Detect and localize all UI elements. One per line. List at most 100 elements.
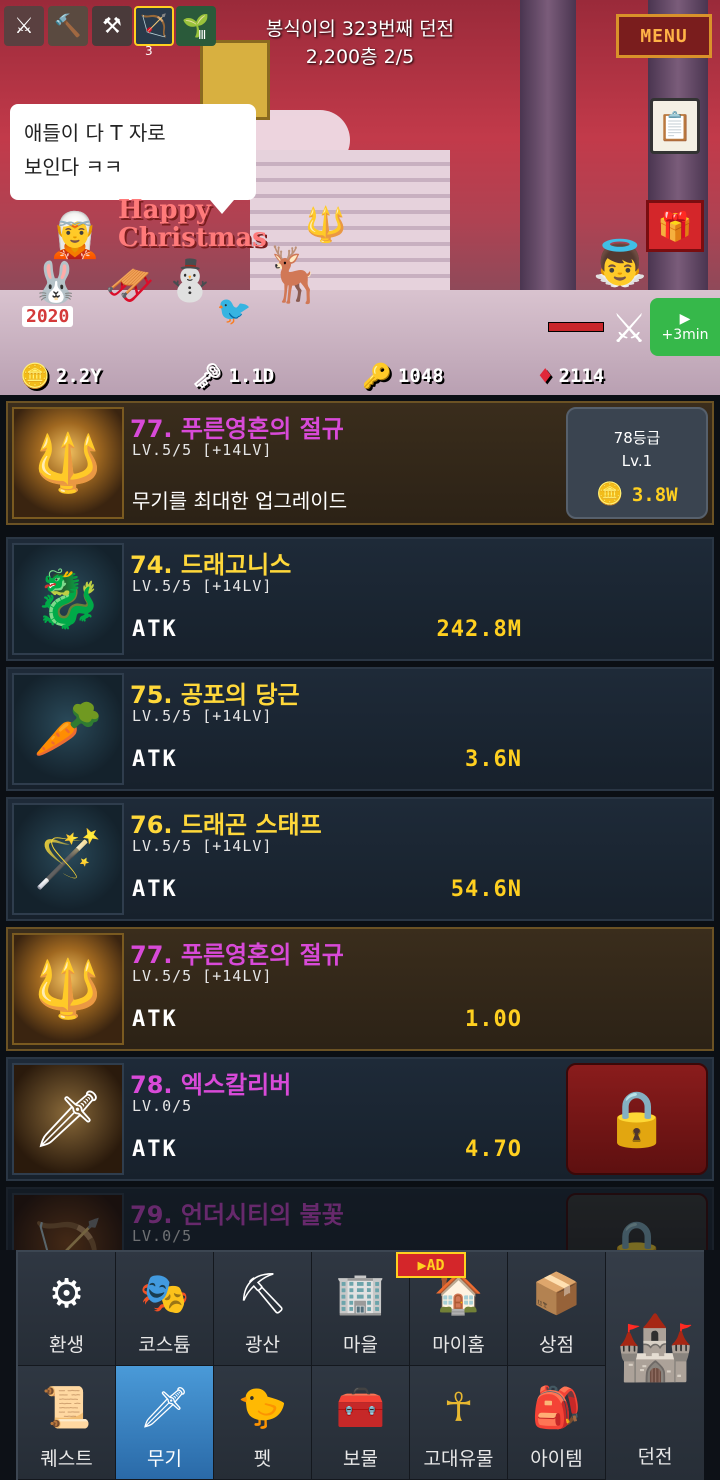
sprout-icon[interactable]: 🌱	[176, 6, 216, 46]
mine-cart-icon: ⛏	[237, 1271, 288, 1317]
nav-label: 상점	[539, 1334, 574, 1356]
blue-staff-sprite: 🔱	[304, 205, 348, 245]
weapon-level: LV.5/5 [+14LV]	[132, 967, 273, 985]
weapon-card[interactable]: 🔱 77. 푸른영혼의 절규 LV.5/5 [+14LV] ATK 1.0O	[6, 927, 714, 1051]
weapon-card[interactable]: 🐉 74. 드래고니스 LV.5/5 [+14LV] ATK 242.8M	[6, 537, 714, 661]
cupid-enemy-sprite: 👼	[592, 238, 648, 289]
unlock-button[interactable]: 🔒	[566, 1063, 708, 1175]
weapon-card[interactable]: 🥕 75. 공포의 당근 LV.5/5 [+14LV] ATK 3.6N	[6, 667, 714, 791]
item-bag-icon: 🎒	[531, 1385, 582, 1431]
padlock-icon: 🔒	[603, 1217, 671, 1250]
nav-shop[interactable]: 📦 상점	[508, 1252, 606, 1366]
stat-value: 3.6N	[465, 747, 522, 772]
bow-icon-badge: 3	[145, 44, 153, 58]
anvil-icon[interactable]: ⚒	[92, 6, 132, 46]
stat-label: ATK	[132, 1137, 178, 1162]
weapon-description: 무기를 최대한 업그레이드	[132, 489, 348, 513]
gold-coin-icon: 🪙	[596, 482, 624, 507]
skeleton-key-icon: 🔑	[362, 362, 392, 390]
nav-label: 던전	[637, 1446, 673, 1468]
hammer-icon[interactable]: 🔨	[48, 6, 88, 46]
nav-pet[interactable]: 🐤 펫	[214, 1366, 312, 1480]
weapon-name: 74. 드래고니스	[130, 551, 292, 579]
undercity-flame-icon: 🏹	[12, 1193, 124, 1250]
blue-soul-staff-icon: 🔱	[12, 933, 124, 1045]
nav-weapon[interactable]: 🗡 무기	[116, 1366, 214, 1480]
ankh-relic-icon: ☥	[443, 1385, 474, 1431]
pet-chick-icon: 🐤	[237, 1385, 288, 1431]
weapon-name: 77. 푸른영혼의 절규	[130, 941, 344, 969]
currency-ruby: ♦ 2114	[538, 362, 604, 390]
bow-icon[interactable]: 🏹	[134, 6, 174, 46]
bottom-navigation: ⚙ 환생 🎭 코스튬 ⛏ 광산 🏢 마을 🏠 마이홈 📦 상점 📜 퀘스트 🗡 …	[16, 1250, 704, 1480]
stat-value: 54.6N	[450, 877, 522, 902]
weapon-level: LV.5/5 [+14LV]	[132, 441, 273, 459]
currency-gold-value: 2.2Y	[55, 365, 102, 387]
nav-rebirth[interactable]: ⚙ 환생	[18, 1252, 116, 1366]
nav-treasure[interactable]: 🧰 보물	[312, 1366, 410, 1480]
christmas-banner-line-2: Christmas	[118, 223, 267, 253]
currency-key-value: 1.1D	[228, 365, 275, 387]
stat-value: 4.7O	[465, 1137, 522, 1162]
nav-label: 고대유물	[423, 1448, 494, 1470]
shop-icon: 📦	[531, 1271, 582, 1317]
ad-badge[interactable]: ▶AD	[396, 1252, 466, 1278]
nav-label: 아이템	[530, 1448, 583, 1470]
currency-gold: 🪙 2.2Y	[20, 362, 102, 390]
weapon-level: LV.5/5 [+14LV]	[132, 577, 273, 595]
nav-label: 광산	[245, 1334, 280, 1356]
crossed-swords-icon[interactable]: ⚔	[4, 6, 44, 46]
quest-clipboard-icon[interactable]: 📋	[650, 98, 700, 154]
nav-relic[interactable]: ☥ 고대유물	[410, 1366, 508, 1480]
quest-scroll-icon: 📜	[41, 1385, 92, 1431]
speech-line-2: 보인다 ㅋㅋ	[24, 155, 123, 179]
nav-label: 환생	[49, 1334, 84, 1356]
upgrade-button[interactable]: 78등급 Lv.1 🪙 3.8W	[566, 407, 708, 519]
christmas-banner-line-1: Happy	[118, 195, 211, 225]
sprout-icon-badge: Ⅲ	[198, 28, 207, 42]
weapon-name: 75. 공포의 당근	[130, 681, 300, 709]
weapon-card[interactable]: 🏹 79. 언더시티의 불꽃 LV.0/5 🔒	[6, 1187, 714, 1250]
weapon-list[interactable]: 🔱 77. 푸른영혼의 절규 LV.5/5 [+14LV] 무기를 최대한 업그…	[0, 395, 720, 1250]
stat-value: 1.0O	[465, 1007, 522, 1032]
dungeon-tower-icon: 🏰	[615, 1311, 695, 1385]
unlock-button[interactable]: 🔒	[566, 1193, 708, 1250]
nav-quest[interactable]: 📜 퀘스트	[18, 1366, 116, 1480]
nav-label: 퀘스트	[40, 1448, 93, 1470]
excalibur-sword-icon: 🗡	[12, 1063, 124, 1175]
nav-item[interactable]: 🎒 아이템	[508, 1366, 606, 1480]
weapon-level: LV.0/5	[132, 1227, 193, 1245]
blue-soul-staff-icon: 🔱	[12, 407, 124, 519]
sleigh-sprite: 🛷	[105, 262, 155, 309]
stat-label: ATK	[132, 617, 178, 642]
gold-coin-icon: 🪙	[20, 362, 50, 390]
weapon-name: 78. 엑스칼리버	[130, 1071, 292, 1099]
weapon-card[interactable]: 🗡 78. 엑스칼리버 LV.0/5 ATK 4.7O 🔒	[6, 1057, 714, 1181]
weapon-card[interactable]: 🪄 76. 드래곤 스태프 LV.5/5 [+14LV] ATK 54.6N	[6, 797, 714, 921]
game-scene[interactable]: ⚔ 🔨 ⚒ 🏹 3 🌱 Ⅲ 봉식이의 323번째 던전 2,200층 2/5 M…	[0, 0, 720, 395]
weapon-card-current[interactable]: 🔱 77. 푸른영혼의 절규 LV.5/5 [+14LV] 무기를 최대한 업그…	[6, 401, 714, 525]
nav-mine[interactable]: ⛏ 광산	[214, 1252, 312, 1366]
bunny-sprite: 🐰	[31, 259, 81, 306]
ad-bonus-label: +3min	[661, 327, 709, 343]
nav-dungeon[interactable]: 🏰 던전	[606, 1252, 704, 1480]
currency-ruby-value: 2114	[558, 365, 605, 387]
ruby-icon: ♦	[538, 362, 553, 390]
stat-label: ATK	[132, 747, 178, 772]
nav-label: 무기	[147, 1448, 182, 1470]
weapon-sword-icon: 🗡	[139, 1385, 190, 1431]
gift-box-icon[interactable]: 🎁	[646, 200, 704, 252]
bird-sprite: 🐦	[216, 293, 252, 327]
dungeon-floor: 2,200층 2/5	[305, 46, 415, 68]
nav-label: 펫	[253, 1448, 272, 1470]
stat-label: ATK	[132, 1007, 178, 1032]
upgrade-cost-value: 3.8W	[631, 483, 678, 506]
currency-skeleton-key: 🔑 1048	[362, 362, 444, 390]
menu-button[interactable]: MENU	[616, 14, 712, 58]
ad-bonus-button[interactable]: ▶ +3min	[650, 298, 720, 356]
snowman-sprite: ⛄	[165, 257, 215, 304]
nav-costume[interactable]: 🎭 코스튬	[116, 1252, 214, 1366]
year-badge: 2020	[22, 306, 74, 327]
speech-line-1: 애들이 다 T 자로	[24, 121, 166, 145]
enemy-hp-bar	[548, 322, 604, 332]
